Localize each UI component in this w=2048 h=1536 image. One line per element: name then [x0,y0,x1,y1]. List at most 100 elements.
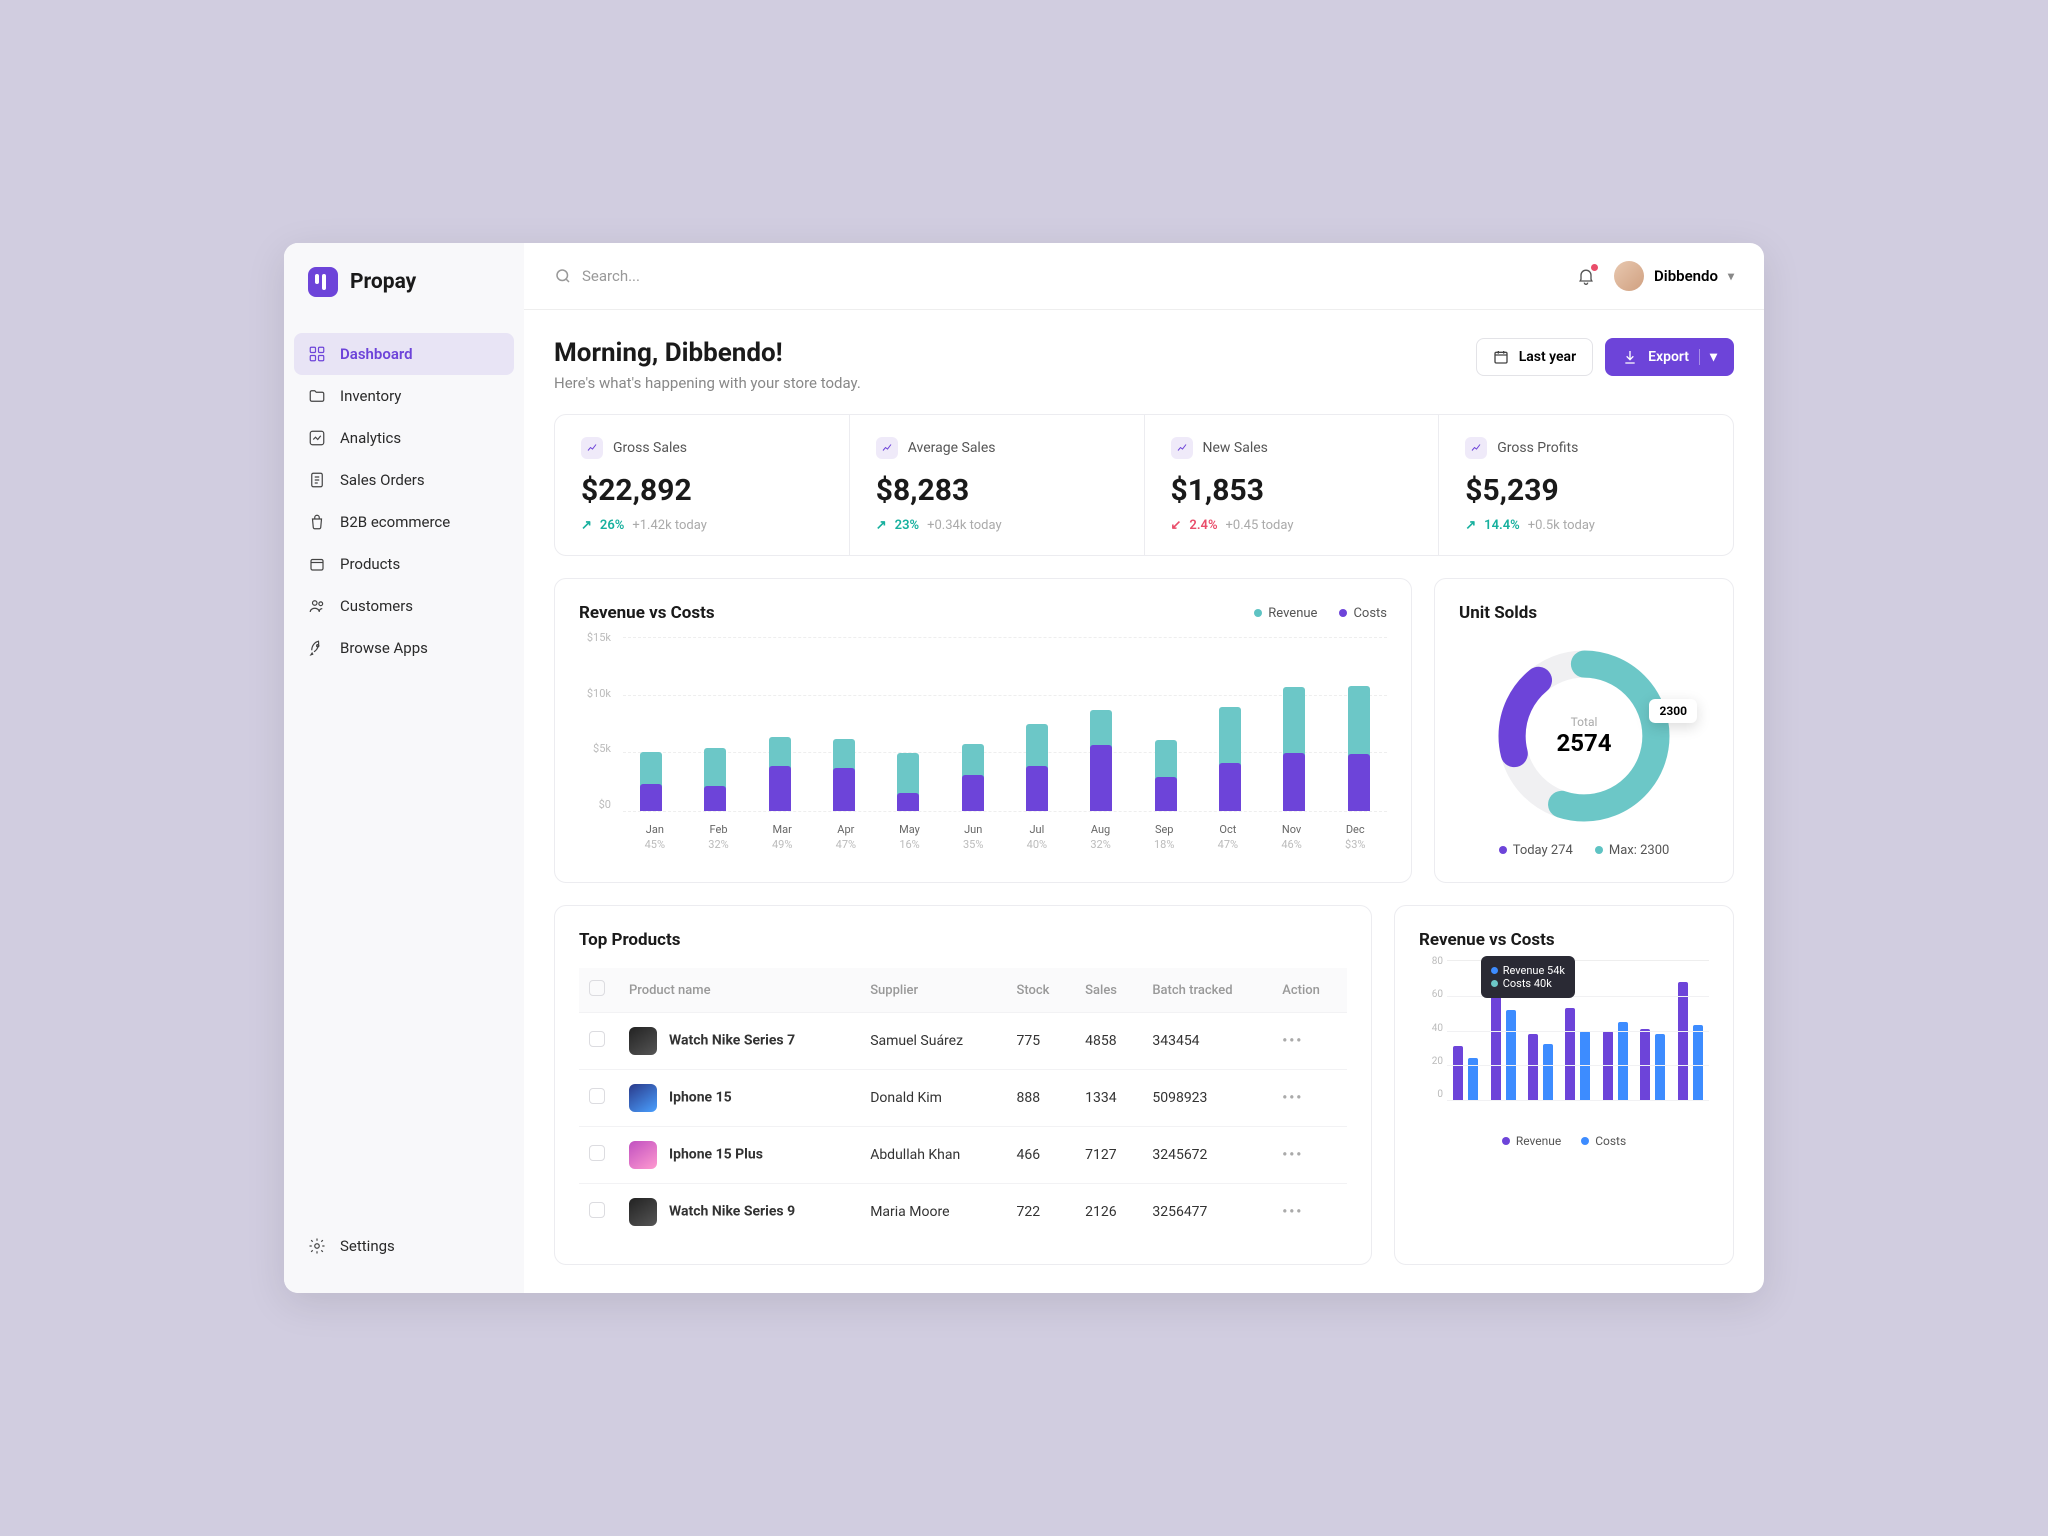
cell-batch: 5098923 [1142,1070,1272,1127]
cell-sales: 7127 [1075,1127,1142,1184]
sidebar-item-browse-apps[interactable]: Browse Apps [294,627,514,669]
product-name: Watch Nike Series 9 [669,1204,795,1220]
x-tick: Jul40% [1005,823,1069,851]
export-button[interactable]: Export ▾ [1605,338,1734,376]
bar[interactable] [1331,638,1387,811]
sidebar-item-label: Sales Orders [340,471,425,489]
stat-label: New Sales [1203,440,1268,456]
notifications-button[interactable] [1576,266,1596,286]
legend-dot-icon [1581,1137,1589,1145]
brand-logo[interactable]: Propay [284,267,524,325]
checkbox[interactable] [589,1145,605,1161]
search-placeholder: Search... [582,267,640,285]
y-tick: $5k [579,742,619,755]
brand-name: Propay [350,270,416,294]
checkbox[interactable] [589,1031,605,1047]
bar[interactable] [1266,638,1322,811]
stat-delta: +0.45 today [1226,518,1294,533]
trend-up-icon: ↗ [581,518,592,533]
bag-icon [308,513,326,531]
x-tick: Feb32% [687,823,751,851]
sidebar-item-b2b[interactable]: B2B ecommerce [294,501,514,543]
checkbox[interactable] [589,980,605,996]
sidebar-item-analytics[interactable]: Analytics [294,417,514,459]
user-menu[interactable]: Dibbendo ▾ [1614,261,1734,291]
checkbox[interactable] [589,1202,605,1218]
checkbox[interactable] [589,1088,605,1104]
y-tick: 0 [1419,1089,1443,1100]
donut-chart: Total 2574 2300 [1489,641,1679,831]
row-actions-button[interactable]: ••• [1282,1147,1303,1163]
chevron-down-icon: ▾ [1728,269,1734,283]
logo-icon [308,267,338,297]
sidebar-item-label: Inventory [340,387,401,405]
bar[interactable] [816,638,872,811]
search-input[interactable]: Search... [554,267,1558,285]
cell-stock: 722 [1006,1184,1075,1241]
sidebar-item-label: Browse Apps [340,639,428,657]
sidebar-item-products[interactable]: Products [294,543,514,585]
bar[interactable] [1009,638,1065,811]
cell-batch: 343454 [1142,1013,1272,1070]
box-icon [308,555,326,573]
chart-icon [308,429,326,447]
stat-card: Average Sales $8,283 ↗ 23% +0.34k today [850,415,1145,555]
table-header: Supplier [860,968,1006,1013]
card-title: Revenue vs Costs [579,603,715,623]
bar[interactable] [1073,638,1129,811]
sidebar-item-label: Analytics [340,429,401,447]
x-tick: Dec$3% [1323,823,1387,851]
top-products-card: Top Products Product nameSupplierStockSa… [554,905,1372,1265]
cell-stock: 888 [1006,1070,1075,1127]
x-tick: Apr47% [814,823,878,851]
product-name: Iphone 15 Plus [669,1147,763,1163]
table-header: Stock [1006,968,1075,1013]
bar[interactable] [1138,638,1194,811]
sidebar-item-inventory[interactable]: Inventory [294,375,514,417]
dashboard-icon [308,345,326,363]
app-frame: Propay Dashboard Inventory Analytics Sal… [284,243,1764,1293]
sidebar-item-settings[interactable]: Settings [284,1223,524,1269]
x-tick: Mar49% [750,823,814,851]
calendar-icon [1493,349,1509,365]
legend-dot-icon [1595,846,1603,854]
bar[interactable] [880,638,936,811]
table-row[interactable]: Watch Nike Series 9 Maria Moore 722 2126… [579,1184,1347,1241]
stat-delta: +0.5k today [1528,518,1595,533]
cell-sales: 1334 [1075,1070,1142,1127]
bar[interactable] [752,638,808,811]
x-tick: Oct47% [1196,823,1260,851]
x-tick: Aug32% [1069,823,1133,851]
stat-label: Gross Sales [613,440,687,456]
sidebar-item-customers[interactable]: Customers [294,585,514,627]
trend-down-icon: ↙ [1171,518,1182,533]
legend-dot-icon [1499,846,1507,854]
stat-percent: 2.4% [1189,518,1217,533]
row-actions-button[interactable]: ••• [1282,1033,1303,1049]
y-tick: 80 [1419,956,1443,967]
sidebar-item-sales-orders[interactable]: Sales Orders [294,459,514,501]
y-tick: 20 [1419,1056,1443,1067]
sidebar-item-dashboard[interactable]: Dashboard [294,333,514,375]
bar[interactable] [623,638,679,811]
bar[interactable] [1202,638,1258,811]
table-row[interactable]: Iphone 15 Donald Kim 888 1334 5098923 ••… [579,1070,1347,1127]
bar[interactable] [945,638,1001,811]
topbar: Search... Dibbendo ▾ [524,243,1764,310]
x-tick: Jan45% [623,823,687,851]
row-actions-button[interactable]: ••• [1282,1090,1303,1106]
sidebar-item-label: Products [340,555,400,573]
bar[interactable] [687,638,743,811]
stat-delta: +0.34k today [927,518,1002,533]
table-row[interactable]: Watch Nike Series 7 Samuel Suárez 775 48… [579,1013,1347,1070]
sidebar-nav: Dashboard Inventory Analytics Sales Orde… [284,325,524,1223]
stat-value: $5,239 [1465,473,1707,508]
product-name: Iphone 15 [669,1090,732,1106]
period-select[interactable]: Last year [1476,338,1593,376]
row-actions-button[interactable]: ••• [1282,1204,1303,1220]
table-row[interactable]: Iphone 15 Plus Abdullah Khan 466 7127 32… [579,1127,1347,1184]
revenue-costs-card: Revenue vs Costs Revenue Costs $15k$10k$… [554,578,1412,883]
sidebar-item-label: B2B ecommerce [340,513,450,531]
x-tick: Nov46% [1260,823,1324,851]
users-icon [308,597,326,615]
